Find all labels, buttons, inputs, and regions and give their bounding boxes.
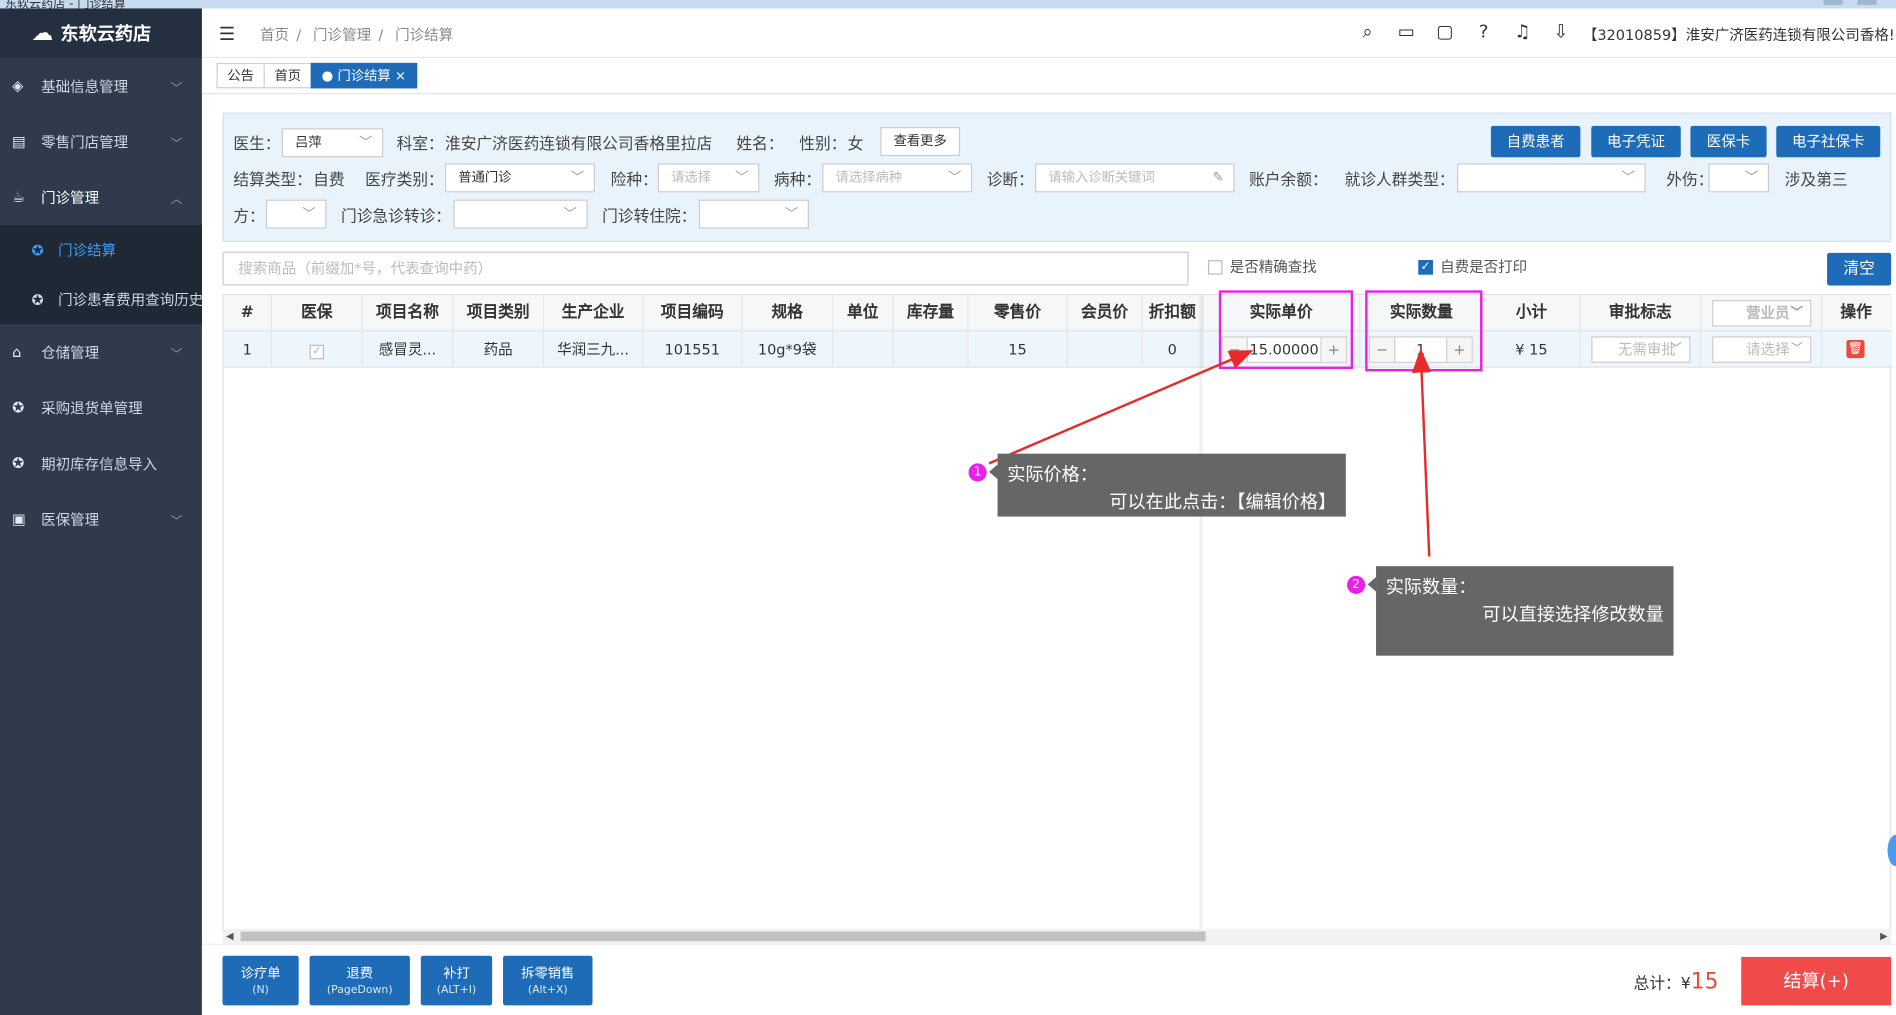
tooltip-actual-qty: 实际数量： 可以直接选择修改数量 [1376,566,1674,656]
action-footer: 诊疗单 (N) 退费 (PageDown) 补打 (ALT+I) 拆零销售 (Alt+X… [201,943,1896,1015]
tooltip-pointer [1367,577,1377,592]
settle-button[interactable]: 结算(+) [1741,956,1892,1006]
button-shortcut: (N) [252,984,269,997]
button-label: 拆零销售 [521,965,575,982]
button-label: 诊疗单 [240,965,281,982]
button-shortcut: (PageDown) [326,984,393,997]
arrow-to-price [988,350,1254,465]
total-label: 总计：¥ [1633,975,1691,994]
total-value: 15 [1690,969,1719,995]
button-label: 退费 [346,965,374,982]
treatment-sheet-button[interactable]: 诊疗单 (N) [222,955,299,1006]
tooltip-title: 实际价格： [1007,463,1098,486]
annotation-arrows [988,348,1432,557]
split-sale-button[interactable]: 拆零销售 (Alt+X) [503,955,593,1006]
button-label: 补打 [443,965,470,982]
tooltip-desc: 可以在此点击：【编辑价格】 [1109,491,1337,513]
arrow-to-quantity [1411,348,1432,557]
tooltip-pointer [989,464,998,480]
annotation-badge-2: 2 [1347,575,1366,595]
tooltip-title: 实际数量： [1385,575,1477,598]
button-shortcut: (Alt+X) [527,984,568,997]
total-amount: 总计：¥15 [1634,969,1719,994]
tooltip-desc: 可以直接选择修改数量 [1482,603,1664,626]
annotation-badge-1: 1 [968,463,987,482]
tooltip-actual-price: 实际价格： 可以在此点击：【编辑价格】 [997,453,1346,517]
button-shortcut: (ALT+I) [436,984,477,997]
refund-button[interactable]: 退费 (PageDown) [309,955,410,1006]
reprint-button[interactable]: 补打 (ALT+I) [420,955,493,1006]
